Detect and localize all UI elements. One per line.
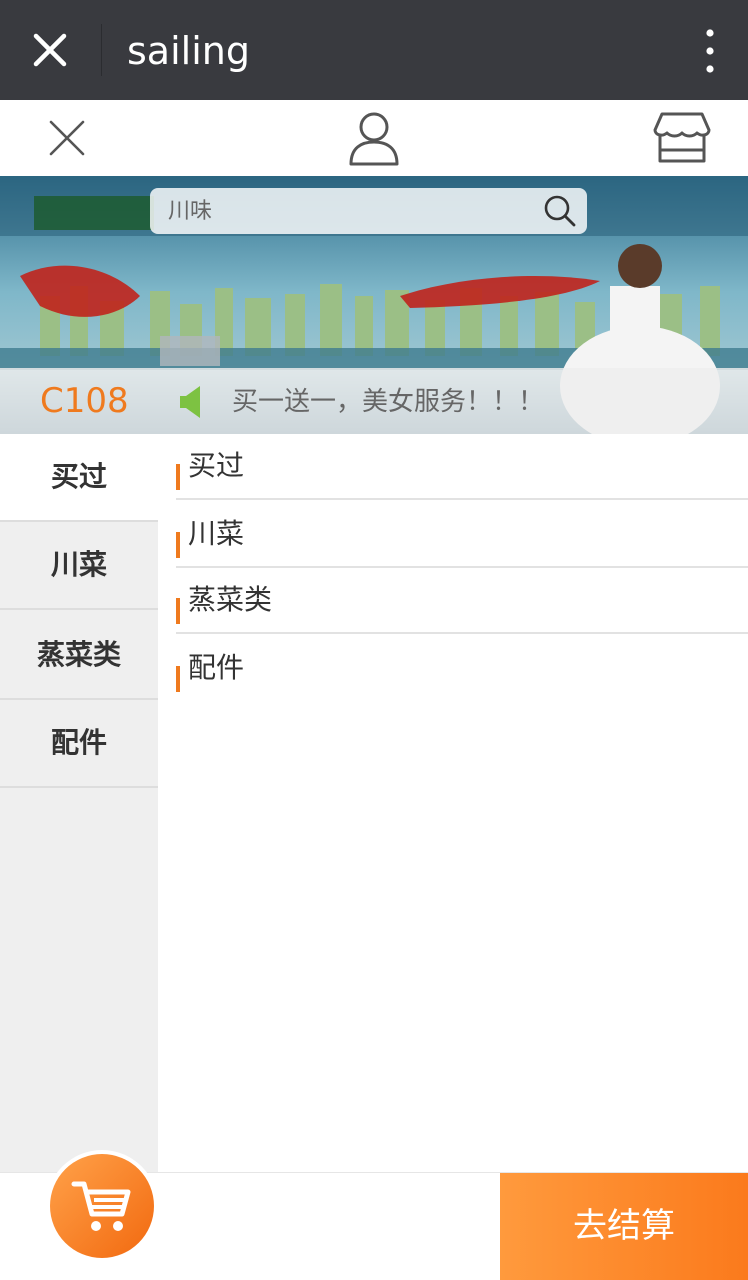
titlebar: sailing — [0, 0, 748, 100]
category-header: 川菜 — [176, 502, 748, 568]
sidebar-item-steamed[interactable]: 蒸菜类 — [0, 612, 158, 700]
sidebar-item-bought[interactable]: 买过 — [0, 434, 158, 522]
category-title: 买过 — [188, 449, 245, 482]
category-header: 蒸菜类 — [176, 568, 748, 634]
search-icon[interactable] — [543, 194, 577, 228]
table-number: C108 — [40, 381, 129, 421]
store-icon[interactable] — [652, 108, 712, 166]
window-title: sailing — [127, 29, 250, 73]
category-marker — [176, 598, 180, 624]
search-input[interactable] — [168, 188, 528, 234]
category-title: 配件 — [188, 651, 245, 684]
sidebar-item-accessories[interactable]: 配件 — [0, 700, 158, 788]
category-marker — [176, 532, 180, 558]
search-bar[interactable] — [150, 188, 587, 234]
menu-content: 买过 川菜 蒸菜类 配件 — [158, 434, 748, 1172]
speaker-icon — [180, 386, 200, 418]
notice-bar: C108 买一送一，美女服务！！！ — [0, 368, 748, 434]
category-marker — [176, 666, 180, 692]
notice-text: 买一送一，美女服务！！！ — [232, 387, 545, 417]
category-header: 配件 — [176, 636, 748, 702]
titlebar-divider — [101, 24, 102, 76]
close-icon[interactable] — [22, 22, 78, 78]
cart-badge-circle — [50, 1154, 154, 1258]
category-header: 买过 — [176, 434, 748, 500]
close-icon[interactable] — [47, 118, 87, 158]
cart-button[interactable] — [46, 1150, 158, 1262]
sidebar-item-sichuan[interactable]: 川菜 — [0, 522, 158, 610]
category-title: 川菜 — [188, 517, 245, 550]
category-title: 蒸菜类 — [188, 583, 273, 616]
more-icon[interactable] — [700, 26, 720, 76]
checkout-button[interactable]: 去结算 — [500, 1173, 748, 1280]
user-icon[interactable] — [346, 110, 402, 166]
category-marker — [176, 464, 180, 490]
promo-banner[interactable]: C108 买一送一，美女服务！！！ — [0, 176, 748, 434]
category-sidebar: 买过 川菜 蒸菜类 配件 — [0, 434, 158, 1172]
cart-icon — [71, 1181, 131, 1231]
